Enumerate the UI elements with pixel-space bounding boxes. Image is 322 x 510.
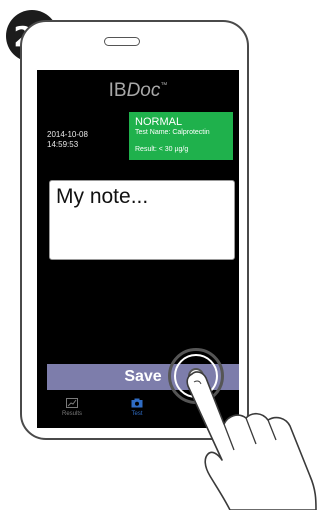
tab-results[interactable]: Results — [42, 398, 102, 417]
status-label: NORMAL — [135, 116, 183, 128]
app-title-italic: Doc — [126, 80, 161, 101]
result-datetime: 2014-10-08 14:59:53 — [47, 130, 88, 150]
test-name: Test Name: Calprotectin — [135, 129, 210, 136]
save-button-label: Save — [124, 368, 162, 385]
result-status-card[interactable]: NORMAL Test Name: Calprotectin Result: <… — [129, 112, 233, 160]
app-title: IBDoc™ — [37, 80, 239, 102]
note-input[interactable]: My note... — [49, 180, 235, 260]
note-text: My note... — [56, 185, 149, 208]
result-time: 14:59:53 — [47, 140, 79, 149]
chart-icon — [66, 398, 78, 408]
pointing-hand-icon — [186, 371, 317, 510]
tab-test-label: Test — [131, 411, 143, 417]
camera-icon — [131, 398, 143, 408]
phone-speaker — [104, 37, 140, 46]
app-title-prefix: IB — [108, 80, 127, 101]
test-result: Result: < 30 µg/g — [135, 146, 189, 153]
result-date: 2014-10-08 — [47, 130, 88, 139]
tab-test[interactable]: Test — [107, 398, 167, 417]
tab-results-label: Results — [61, 411, 82, 417]
trademark-mark: ™ — [160, 82, 168, 89]
